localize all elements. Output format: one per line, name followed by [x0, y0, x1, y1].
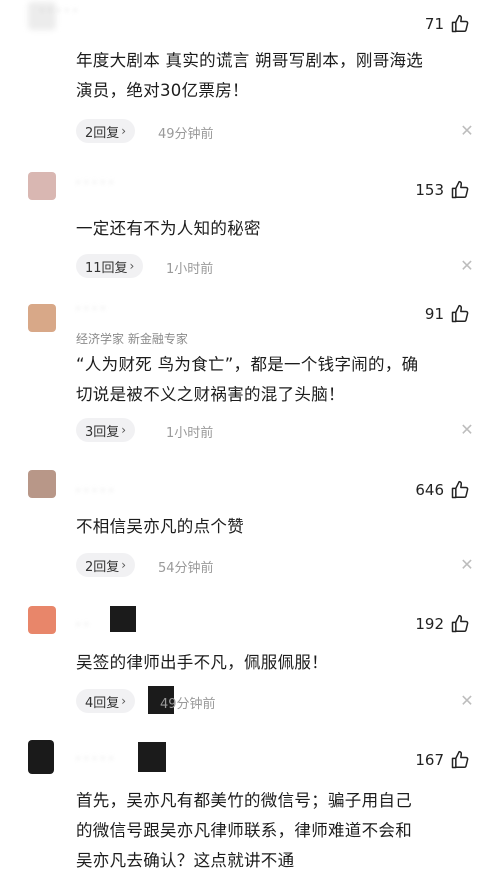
thumb-up-icon [451, 480, 469, 499]
like-button[interactable]: 167 [415, 748, 470, 772]
comment-text: 年度大剧本 真实的谎言 朔哥写剧本，刚哥海选 演员，绝对30亿票房！ [76, 51, 424, 100]
close-x-icon[interactable]: ✕ [460, 123, 474, 139]
username-mosaic [138, 742, 166, 772]
chevron-right-icon: › [121, 423, 127, 437]
timestamp: 1小时前 [166, 262, 214, 277]
thumb-up-icon [451, 304, 469, 323]
comment-text: 不相信吴亦凡的点个赞 [76, 517, 244, 536]
comment-text: 吴签的律师出手不凡，佩服佩服！ [76, 653, 328, 672]
username-blurred[interactable]: · · · · · [76, 174, 196, 194]
thumb-up-icon [451, 614, 469, 633]
chevron-right-icon: › [129, 259, 135, 273]
thumb-up-icon [451, 180, 469, 199]
chevron-right-icon: › [121, 694, 127, 708]
reply-count-button[interactable]: 11回复 › [76, 254, 144, 278]
username-blurred[interactable]: · · · · [76, 300, 196, 320]
like-count: 153 [415, 181, 444, 199]
avatar[interactable] [28, 740, 54, 774]
timestamp: 49分钟前 [158, 127, 214, 142]
like-button[interactable]: 71 [425, 12, 470, 36]
close-x-icon[interactable]: ✕ [460, 258, 474, 274]
username-blurred[interactable]: · · · · · [76, 482, 196, 502]
comment-text: “人为财死 鸟为食亡”，都是一个钱字闹的，确 切说是被不义之财祸害的混了头脑！ [76, 355, 419, 404]
like-button[interactable]: 646 [415, 478, 470, 502]
like-count: 91 [424, 305, 444, 323]
username-blurred[interactable]: · · · · · [40, 2, 150, 22]
chevron-right-icon: › [121, 124, 127, 138]
reply-count-button[interactable]: 2回复 › [76, 119, 136, 143]
reply-count-button[interactable]: 3回复 › [76, 418, 136, 442]
like-button[interactable]: 153 [415, 178, 470, 202]
comment-text: 一定还有不为人知的秘密 [76, 219, 261, 238]
user-tagline: 经济学家 新金融专家 [76, 332, 188, 346]
like-button[interactable]: 91 [425, 302, 470, 326]
reply-count-button[interactable]: 2回复 › [76, 553, 136, 577]
close-x-icon[interactable]: ✕ [460, 557, 474, 573]
close-x-icon[interactable]: ✕ [460, 422, 474, 438]
like-button[interactable]: 192 [415, 612, 470, 636]
avatar[interactable] [28, 470, 56, 498]
like-count: 192 [415, 615, 444, 633]
like-count: 167 [415, 751, 444, 769]
thumb-up-icon [451, 14, 469, 33]
avatar[interactable] [28, 304, 56, 332]
like-count: 71 [424, 15, 444, 33]
thumb-up-icon [451, 750, 469, 769]
like-count: 646 [415, 481, 444, 499]
reply-count-button[interactable]: 4回复 › [76, 689, 136, 713]
comment-text: 首先，吴亦凡有都美竹的微信号；骗子用自己 的微信号跟吴亦凡律师联系，律师难道不会… [76, 791, 412, 870]
close-x-icon[interactable]: ✕ [460, 693, 474, 709]
username-blurred[interactable]: · · [76, 616, 106, 636]
avatar[interactable] [28, 606, 56, 634]
avatar[interactable] [28, 172, 56, 200]
username-mosaic [110, 606, 136, 632]
timestamp: 49分钟前 [160, 697, 216, 712]
timestamp: 54分钟前 [158, 561, 214, 576]
timestamp: 1小时前 [166, 426, 214, 441]
chevron-right-icon: › [121, 558, 127, 572]
